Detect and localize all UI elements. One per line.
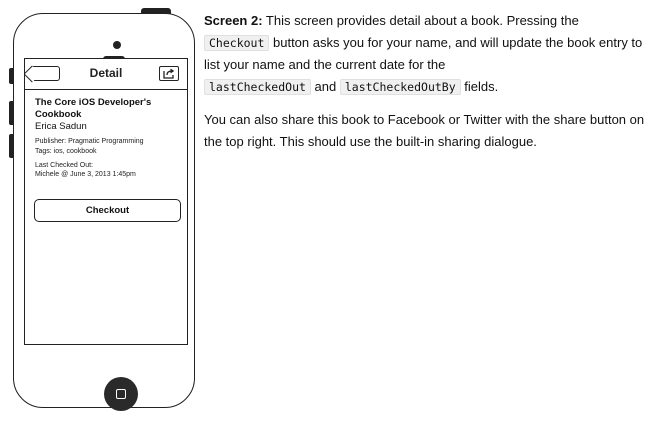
book-author: Erica Sadun	[35, 121, 87, 132]
code-last-checked-out: lastCheckedOut	[204, 79, 311, 95]
last-checked-out: Last Checked Out: Michele @ June 3, 2013…	[35, 162, 179, 179]
book-tags: Tags: ios, cookbook	[35, 148, 97, 155]
home-button[interactable]	[104, 377, 138, 411]
navigation-bar: Detail	[25, 59, 187, 90]
screen-description: Screen 2: This screen provides detail ab…	[204, 10, 649, 153]
description-paragraph-2: You can also share this book to Facebook…	[204, 112, 645, 149]
book-title: The Core iOS Developer's Cookbook	[35, 97, 152, 120]
share-icon	[163, 68, 175, 79]
desc-text-1: This screen provides detail about a book…	[262, 13, 579, 28]
checkout-button[interactable]: Checkout	[34, 199, 181, 222]
last-checked-out-value: Michele @ June 3, 2013 1:45pm	[35, 170, 136, 178]
book-publisher: Publisher: Pragmatic Programming	[35, 138, 144, 145]
screen-heading: Screen 2:	[204, 13, 263, 28]
phone-screen: Detail The Core iOS Developer's Cookbook…	[24, 58, 188, 345]
description-paragraph-1: Screen 2: This screen provides detail ab…	[204, 10, 649, 98]
home-square-icon	[116, 389, 126, 399]
last-checked-out-label: Last Checked Out:	[35, 162, 93, 169]
phone-camera	[113, 41, 121, 49]
code-last-checked-out-by: lastCheckedOutBy	[339, 79, 461, 95]
code-checkout: Checkout	[204, 35, 270, 51]
desc-text-and: and	[310, 79, 340, 94]
book-detail: The Core iOS Developer's Cookbook Erica …	[35, 97, 179, 179]
share-button[interactable]	[159, 66, 179, 81]
desc-text-3: fields.	[460, 79, 499, 94]
desc-text-2: button asks you for your name, and will …	[204, 35, 643, 72]
